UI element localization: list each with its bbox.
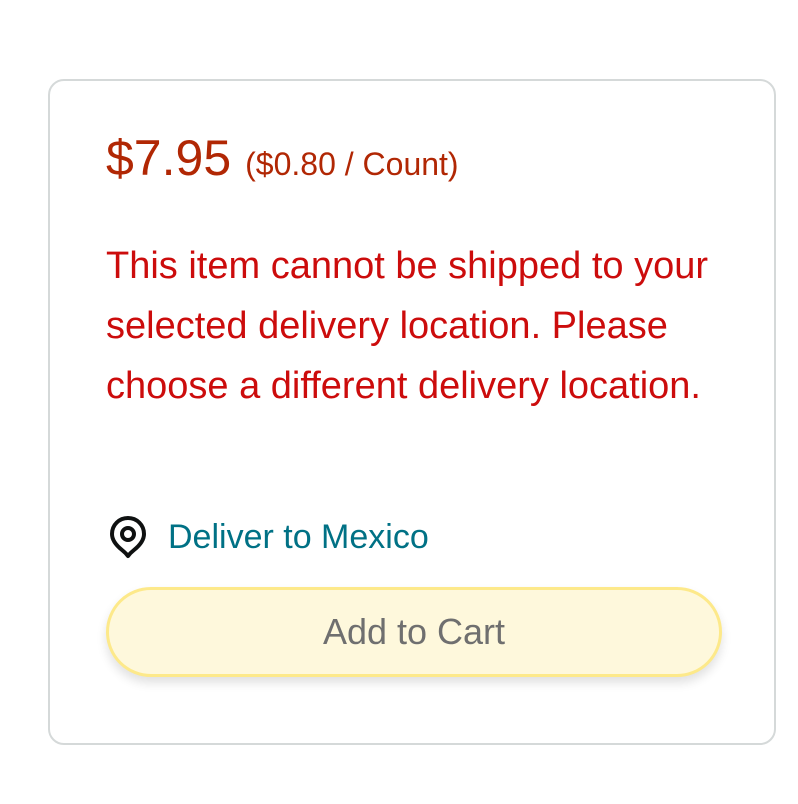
shipping-warning: This item cannot be shipped to your sele… [106, 245, 709, 407]
add-to-cart-button[interactable]: Add to Cart [106, 587, 722, 677]
deliver-to-row[interactable]: Deliver to Mexico [108, 515, 429, 559]
location-pin-icon [108, 515, 148, 559]
deliver-to-link[interactable]: Deliver to Mexico [168, 518, 429, 557]
unit-price: ($0.80 / Count) [245, 146, 459, 182]
price-row: $7.95 ($0.80 / Count) [106, 133, 459, 183]
price: $7.95 [106, 130, 232, 186]
buy-box-card: $7.95 ($0.80 / Count) This item cannot b… [48, 79, 776, 745]
